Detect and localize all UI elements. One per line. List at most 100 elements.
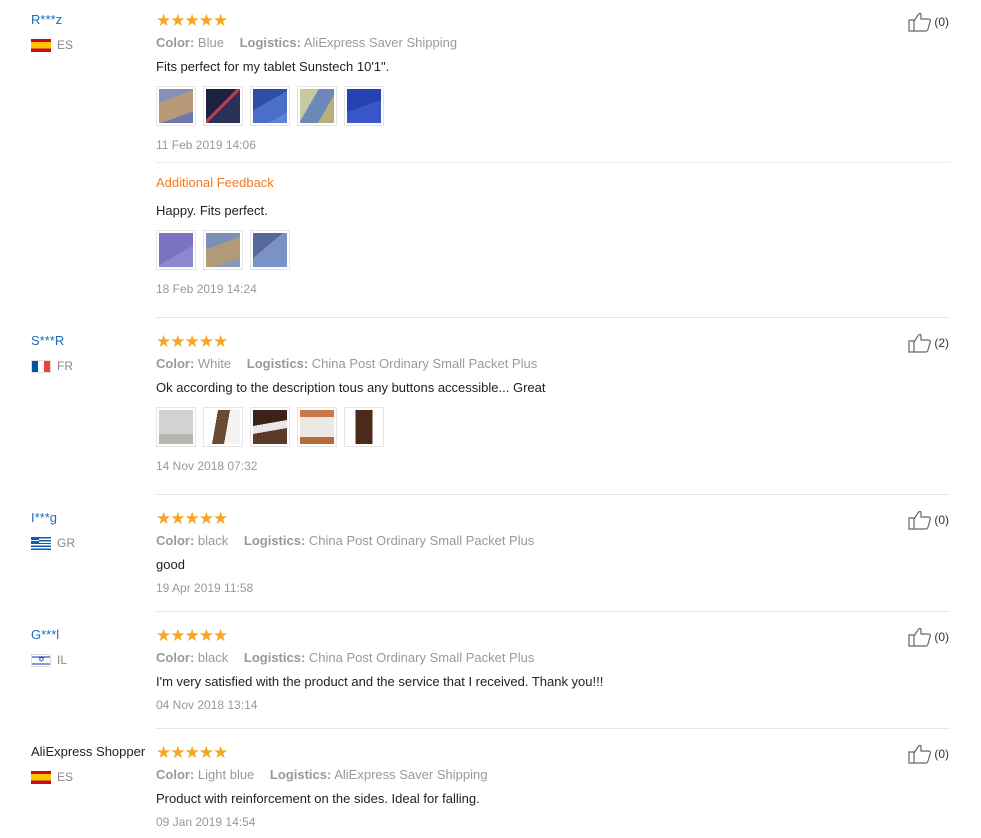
review-text: I'm very satisfied with the product and …: [156, 674, 604, 689]
helpful-button[interactable]: (0): [908, 744, 949, 764]
star-rating: ★★★★★: [156, 11, 228, 30]
review-photo[interactable]: [156, 407, 196, 447]
thumbs-up-icon: [908, 12, 932, 32]
review-text: Fits perfect for my tablet Sunstech 10'1…: [156, 59, 390, 74]
israel-flag-icon: [31, 653, 51, 667]
logistics-value: China Post Ordinary Small Packet Plus: [311, 356, 538, 371]
review-date: 19 Apr 2019 11:58: [156, 581, 254, 595]
helpful-button[interactable]: (0): [908, 12, 949, 32]
logistics-value: AliExpress Saver Shipping: [334, 767, 488, 782]
review-date: 11 Feb 2019 14:06: [156, 138, 256, 152]
review-photo[interactable]: [297, 407, 337, 447]
review-photo[interactable]: [156, 230, 196, 270]
review-content: ★★★★★ Color: black Logistics: China Post…: [156, 627, 950, 713]
logistics-value: China Post Ordinary Small Packet Plus: [308, 533, 535, 548]
reviewer-name[interactable]: S***R: [31, 333, 156, 349]
review-meta: Color: White Logistics: China Post Ordin…: [156, 356, 950, 372]
review-photo[interactable]: [156, 86, 196, 126]
review-separator: [156, 494, 950, 495]
greece-flag-icon: [31, 536, 51, 550]
review-separator: [156, 317, 950, 318]
thumbs-up-icon: [908, 744, 932, 764]
color-label: Color:: [156, 533, 195, 548]
review-content: ★★★★★ Color: black Logistics: China Post…: [156, 510, 950, 596]
logistics-label: Logistics:: [243, 533, 306, 548]
review-photo[interactable]: [203, 230, 243, 270]
color-label: Color:: [156, 767, 195, 782]
spain-flag-icon: [31, 38, 51, 52]
reviewer-info: S***R FR: [31, 333, 156, 374]
star-rating: ★★★★★: [156, 509, 228, 528]
additional-feedback-label: Additional Feedback: [156, 175, 274, 190]
color-value: Blue: [197, 35, 224, 50]
thumbs-up-icon: [908, 333, 932, 353]
reviewer-country: GR: [31, 535, 156, 551]
reviewer-country: FR: [31, 358, 156, 374]
review-meta: Color: Blue Logistics: AliExpress Saver …: [156, 35, 950, 51]
france-flag-icon: [31, 359, 51, 373]
helpful-button[interactable]: (2): [908, 333, 949, 353]
review-photo[interactable]: [344, 86, 384, 126]
helpful-count: (0): [934, 15, 949, 29]
reviewer-info: G***l IL: [31, 627, 156, 668]
review-photo[interactable]: [250, 86, 290, 126]
color-label: Color:: [156, 35, 195, 50]
divider: [156, 162, 950, 163]
reviewer-info: AliExpress Shopper ES: [31, 744, 156, 785]
logistics-label: Logistics:: [269, 767, 332, 782]
review-separator: [156, 728, 950, 729]
logistics-value: China Post Ordinary Small Packet Plus: [308, 650, 535, 665]
review-meta: Color: Light blue Logistics: AliExpress …: [156, 767, 950, 783]
review-date: 04 Nov 2018 13:14: [156, 698, 258, 712]
review-photo[interactable]: [203, 407, 243, 447]
reviewer-info: R***z ES: [31, 12, 156, 53]
review-text: good: [156, 557, 185, 572]
logistics-value: AliExpress Saver Shipping: [303, 35, 458, 50]
review-photo[interactable]: [344, 407, 384, 447]
review-photo[interactable]: [297, 86, 337, 126]
review-content: ★★★★★ Color: Blue Logistics: AliExpress …: [156, 12, 950, 297]
review-text: Ok according to the description tous any…: [156, 380, 546, 395]
review-photo[interactable]: [250, 407, 290, 447]
spain-flag-icon: [31, 770, 51, 784]
country-code: FR: [57, 359, 73, 373]
review-photos: [156, 86, 950, 126]
reviewer-name: AliExpress Shopper: [31, 744, 146, 759]
color-value: White: [197, 356, 232, 371]
thumbs-up-icon: [908, 510, 932, 530]
review-date: 14 Nov 2018 07:32: [156, 459, 258, 473]
review-date: 09 Jan 2019 14:54: [156, 815, 256, 829]
additional-photos: [156, 230, 950, 270]
helpful-count: (0): [934, 630, 949, 644]
color-value: black: [197, 533, 229, 548]
star-rating: ★★★★★: [156, 743, 228, 762]
logistics-label: Logistics:: [239, 35, 301, 50]
review-text: Product with reinforcement on the sides.…: [156, 791, 480, 806]
star-rating: ★★★★★: [156, 626, 228, 645]
logistics-label: Logistics:: [246, 356, 309, 371]
reviewer-name[interactable]: I***g: [31, 510, 156, 526]
helpful-count: (0): [934, 513, 949, 527]
review-meta: Color: black Logistics: China Post Ordin…: [156, 533, 950, 549]
logistics-label: Logistics:: [243, 650, 306, 665]
review-photo[interactable]: [250, 230, 290, 270]
helpful-button[interactable]: (0): [908, 510, 949, 530]
helpful-count: (2): [934, 336, 949, 350]
reviewer-name[interactable]: G***l: [31, 627, 156, 643]
color-value: black: [197, 650, 229, 665]
review-separator: [156, 611, 950, 612]
review-photo[interactable]: [203, 86, 243, 126]
color-label: Color:: [156, 356, 195, 371]
country-code: IL: [57, 653, 68, 667]
country-code: GR: [57, 536, 75, 550]
reviewer-country: IL: [31, 652, 156, 668]
helpful-button[interactable]: (0): [908, 627, 949, 647]
color-label: Color:: [156, 650, 195, 665]
reviewer-country: ES: [31, 37, 156, 53]
thumbs-up-icon: [908, 627, 932, 647]
color-value: Light blue: [197, 767, 255, 782]
review-meta: Color: black Logistics: China Post Ordin…: [156, 650, 950, 666]
reviewer-name[interactable]: R***z: [31, 12, 156, 28]
additional-feedback-date: 18 Feb 2019 14:24: [156, 282, 257, 296]
additional-feedback-text: Happy. Fits perfect.: [156, 203, 268, 218]
